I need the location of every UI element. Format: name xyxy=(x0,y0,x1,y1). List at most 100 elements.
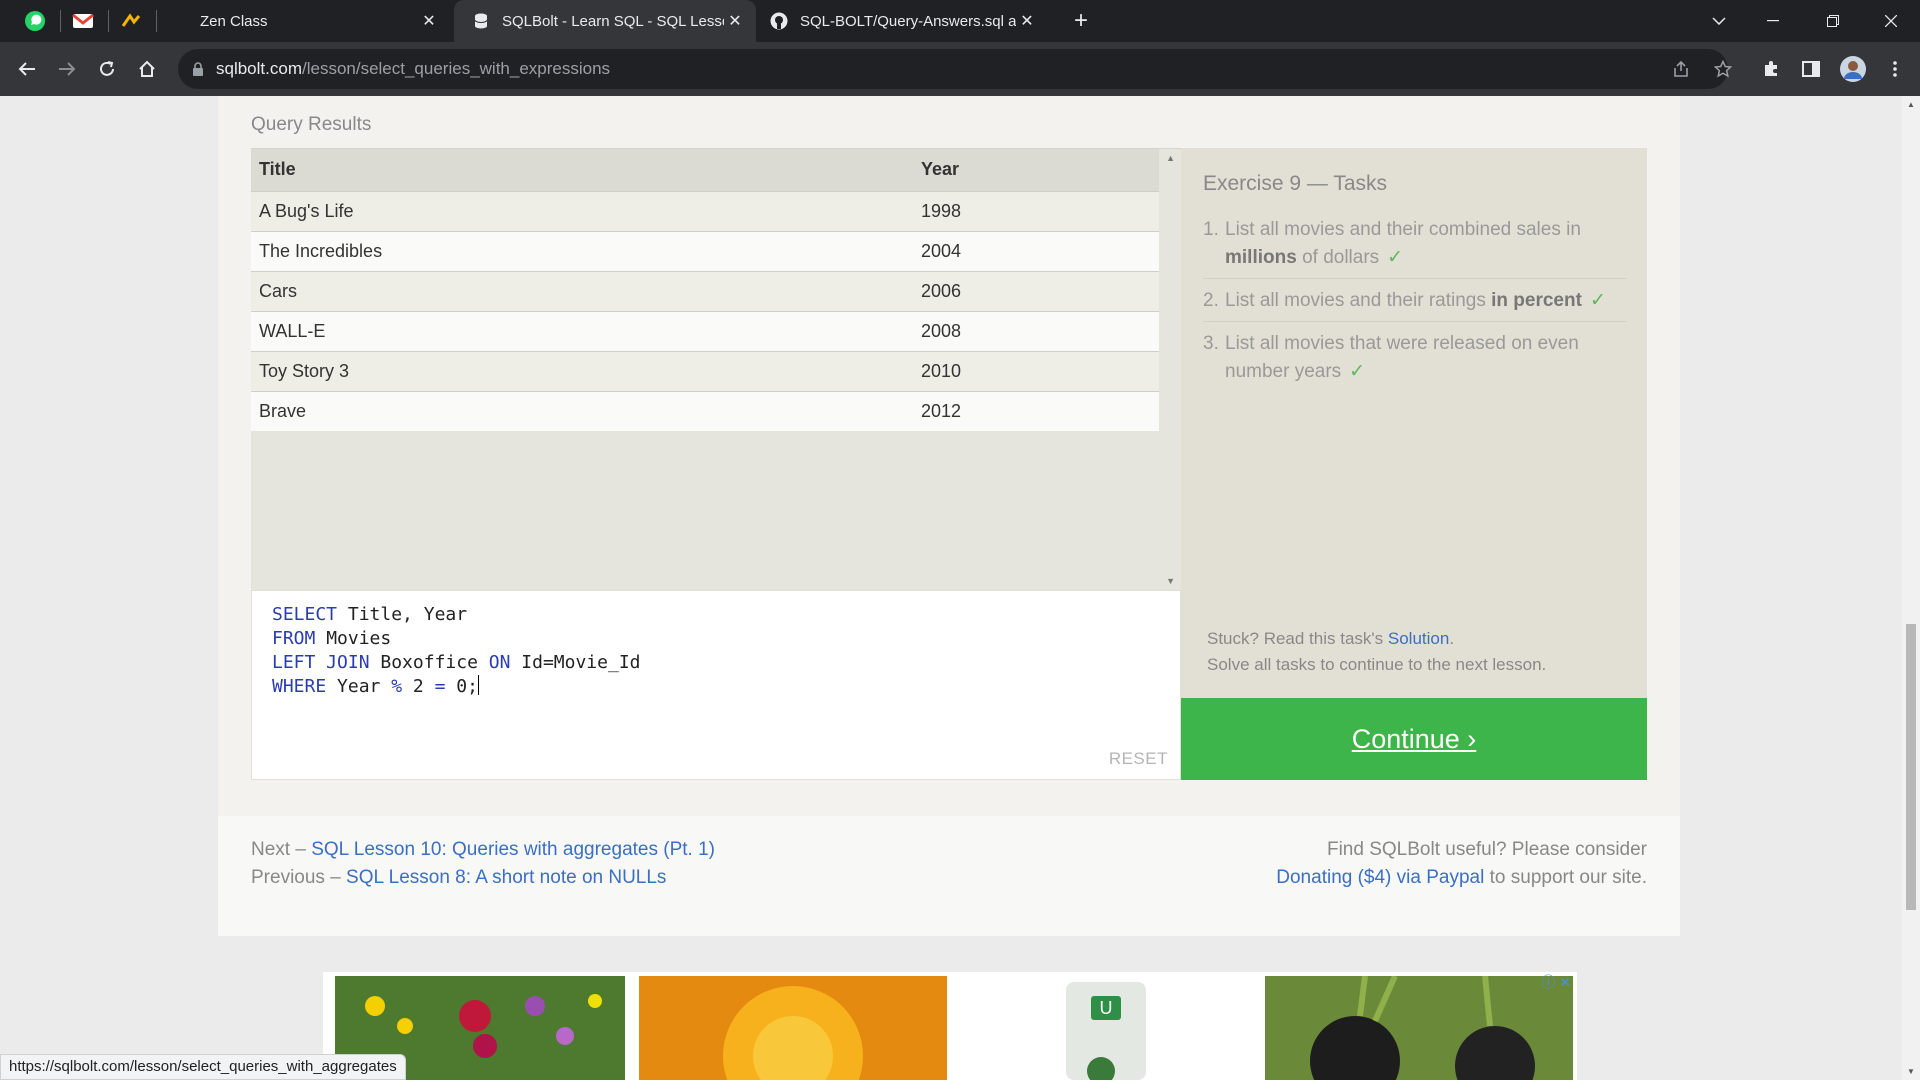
sql-text: Year xyxy=(326,676,392,697)
restore-button[interactable] xyxy=(1806,0,1860,42)
reload-icon[interactable] xyxy=(92,54,122,84)
continue-label: Continue › xyxy=(1351,723,1477,754)
extensions-puzzle-icon[interactable] xyxy=(1756,54,1786,84)
home-icon[interactable] xyxy=(132,54,162,84)
solution-link[interactable]: Solution xyxy=(1388,629,1449,648)
tab-sqlbolt[interactable]: SQLBolt - Learn SQL - SQL Lesson ✕ xyxy=(454,0,756,42)
reset-button[interactable]: RESET xyxy=(1109,749,1168,769)
ad-image-sunflower[interactable] xyxy=(639,976,947,1080)
task-text: List all movies that were released on ev… xyxy=(1225,330,1627,386)
donate-suffix: to support our site. xyxy=(1484,867,1647,888)
table-row: The Incredibles 2004 xyxy=(251,230,1159,271)
sql-keyword: % xyxy=(391,676,403,697)
task-text-pre: List all movies and their combined sales… xyxy=(1225,219,1581,240)
sql-keyword: = xyxy=(434,676,446,697)
task-text-bold: millions xyxy=(1225,247,1297,268)
table-row: WALL-E 2008 xyxy=(251,310,1159,351)
next-lesson-link[interactable]: SQL Lesson 10: Queries with aggregates (… xyxy=(311,839,715,860)
tab-search-button[interactable] xyxy=(1692,0,1746,42)
back-arrow-icon[interactable] xyxy=(12,54,42,84)
minimize-button[interactable] xyxy=(1746,0,1800,42)
url-path: /lesson/select_queries_with_expressions xyxy=(301,59,611,78)
ad-image-product[interactable]: U xyxy=(951,976,1261,1080)
close-icon[interactable]: ✕ xyxy=(724,10,746,32)
cell-year: 2006 xyxy=(913,270,1159,311)
cell-year: 2012 xyxy=(913,390,1159,431)
previous-lesson-link[interactable]: SQL Lesson 8: A short note on NULLs xyxy=(346,867,666,888)
solve-all-text: Solve all tasks to continue to the next … xyxy=(1207,655,1547,674)
zerodha-tab-icon[interactable] xyxy=(118,8,144,34)
table-row: Brave 2012 xyxy=(251,390,1159,431)
sql-text: Id=Movie_Id xyxy=(510,652,641,673)
sql-text: Boxoffice xyxy=(369,652,489,673)
donate-link[interactable]: Donating ($4) via Paypal xyxy=(1276,867,1484,888)
close-icon[interactable]: ✕ xyxy=(418,10,440,32)
code-line[interactable]: SELECT Title, Year xyxy=(272,603,641,627)
continue-button[interactable]: Continue › xyxy=(1181,698,1647,780)
close-icon[interactable]: ✕ xyxy=(1016,10,1038,32)
text-cursor xyxy=(477,675,479,695)
stuck-hint: Stuck? Read this task's Solution. Solve … xyxy=(1207,626,1546,678)
url-host: sqlbolt.com xyxy=(216,59,302,78)
exercise-title: Exercise 9 — Tasks xyxy=(1203,172,1388,195)
browser-tab-bar: Zen Class ✕ SQLBolt - Learn SQL - SQL Le… xyxy=(0,0,1920,42)
cell-title: A Bug's Life xyxy=(251,190,913,231)
task-item: 1. List all movies and their combined sa… xyxy=(1203,214,1627,279)
scroll-up-arrow-icon[interactable]: ▲ xyxy=(1166,153,1175,163)
cell-year: 2010 xyxy=(913,350,1159,391)
scroll-up-arrow-icon[interactable]: ▲ xyxy=(1907,100,1915,109)
task-text-bold: in percent xyxy=(1491,290,1582,311)
close-window-button[interactable] xyxy=(1864,0,1918,42)
code-line[interactable]: WHERE Year % 2 = 0; xyxy=(272,675,641,699)
stuck-prefix: Stuck? Read this task's xyxy=(1207,629,1388,648)
profile-avatar[interactable] xyxy=(1838,54,1868,84)
sql-text: 2 xyxy=(402,676,435,697)
task-number: 3. xyxy=(1203,333,1219,354)
advertisement-banner[interactable]: U ⓘ ✕ xyxy=(323,972,1577,1080)
bookmark-star-icon[interactable] xyxy=(1708,54,1738,84)
side-panel-icon[interactable] xyxy=(1796,54,1826,84)
code-line[interactable]: LEFT JOIN Boxoffice ON Id=Movie_Id xyxy=(272,651,641,675)
sql-code[interactable]: SELECT Title, Year FROM Movies LEFT JOIN B… xyxy=(272,603,641,699)
tab-title: SQL-BOLT/Query-Answers.sql at xyxy=(800,12,1016,30)
checkmark-icon: ✓ xyxy=(1349,361,1366,382)
share-icon[interactable] xyxy=(1666,54,1696,84)
address-bar[interactable]: sqlbolt.com/lesson/select_queries_with_e… xyxy=(178,49,1728,89)
sql-editor[interactable]: SELECT Title, Year FROM Movies LEFT JOIN B… xyxy=(251,590,1181,780)
sql-keyword: LEFT JOIN xyxy=(272,652,370,673)
github-icon xyxy=(770,12,788,30)
whatsapp-tab-icon[interactable] xyxy=(22,8,48,34)
scroll-down-arrow-icon[interactable]: ▼ xyxy=(1166,576,1175,586)
link-status-bar: https://sqlbolt.com/lesson/select_querie… xyxy=(0,1054,406,1080)
tasks-panel: Exercise 9 — Tasks 1. List all movies an… xyxy=(1181,148,1647,698)
scroll-down-arrow-icon[interactable]: ▼ xyxy=(1907,1067,1915,1076)
table-row: A Bug's Life 1998 xyxy=(251,190,1159,231)
sql-keyword: SELECT xyxy=(272,604,338,625)
page-scrollbar[interactable]: ▲ ▼ xyxy=(1902,96,1920,1080)
tab-github[interactable]: SQL-BOLT/Query-Answers.sql at ✕ xyxy=(760,0,1048,42)
scrollbar-thumb[interactable] xyxy=(1906,624,1916,910)
sql-keyword: FROM xyxy=(272,628,316,649)
task-text: List all movies and their ratings in per… xyxy=(1225,287,1606,315)
forward-arrow-icon[interactable] xyxy=(52,54,82,84)
kebab-menu-icon[interactable] xyxy=(1880,54,1910,84)
cell-title: Toy Story 3 xyxy=(251,350,913,391)
ad-image-radish[interactable] xyxy=(1265,976,1573,1080)
task-item: 3. List all movies that were released on… xyxy=(1203,328,1627,392)
task-number: 1. xyxy=(1203,219,1219,240)
ad-info-close-icon[interactable]: ⓘ ✕ xyxy=(1541,972,1571,992)
gmail-tab-icon[interactable] xyxy=(70,8,96,34)
code-line[interactable]: FROM Movies xyxy=(272,627,641,651)
tab-zen-class[interactable]: Zen Class ✕ xyxy=(168,0,450,42)
database-icon xyxy=(472,12,490,30)
lock-icon[interactable] xyxy=(192,61,204,77)
task-list: 1. List all movies and their combined sa… xyxy=(1203,214,1627,398)
tab-title: Zen Class xyxy=(200,12,268,30)
cell-year: 2008 xyxy=(913,310,1159,351)
browser-toolbar: sqlbolt.com/lesson/select_queries_with_e… xyxy=(0,42,1920,96)
new-tab-button[interactable]: + xyxy=(1054,0,1108,42)
column-header: Title xyxy=(251,149,913,191)
sql-text: 0; xyxy=(445,676,478,697)
cell-title: Brave xyxy=(251,390,913,431)
cell-title: The Incredibles xyxy=(251,230,913,271)
